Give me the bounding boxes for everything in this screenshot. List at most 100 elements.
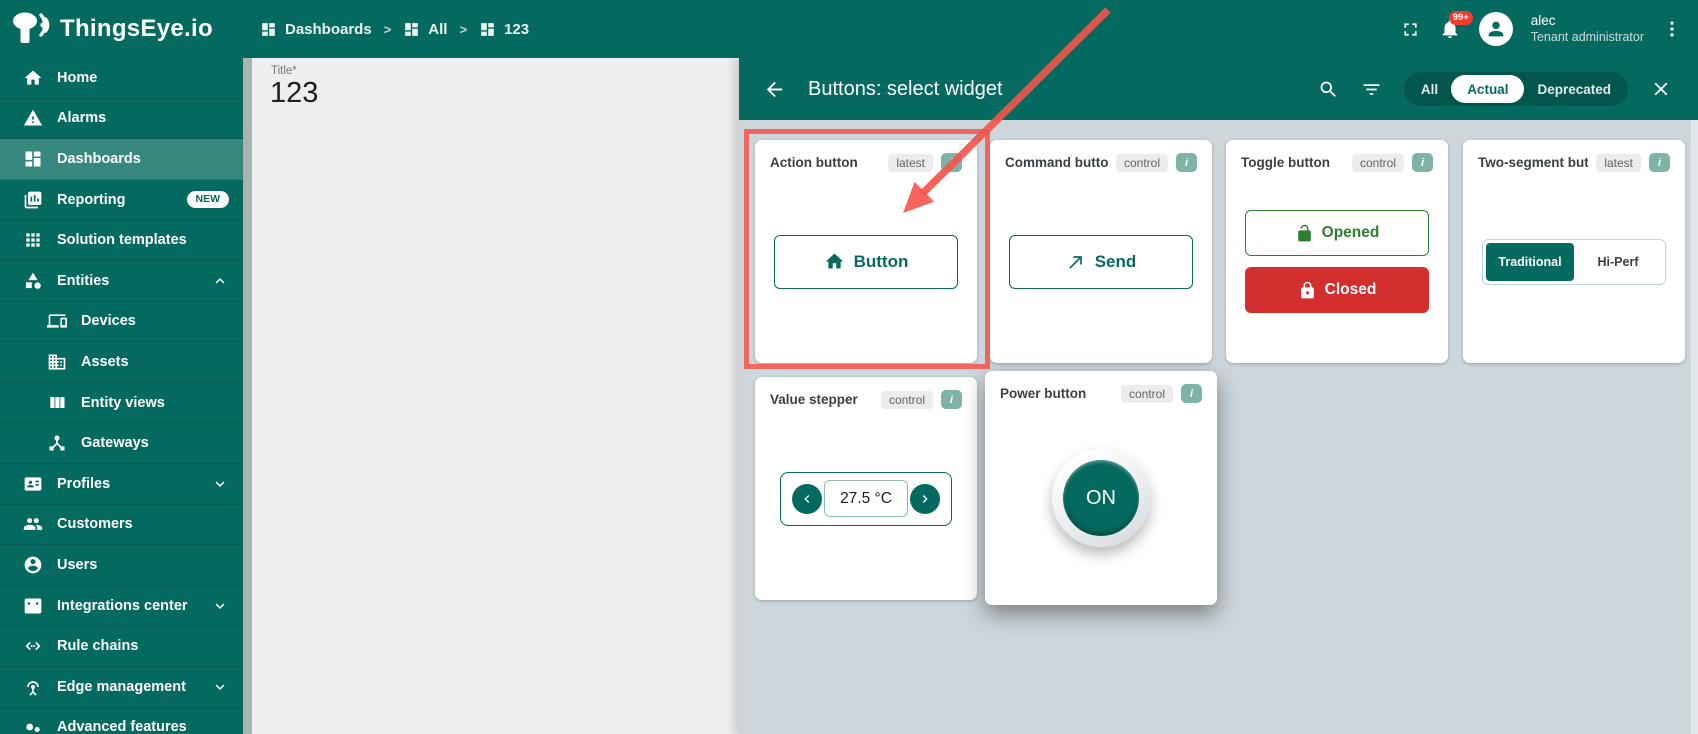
stepper-increase-button[interactable] <box>910 484 940 514</box>
sidebar-item-assets[interactable]: Assets <box>0 342 243 383</box>
breadcrumb-dashboards[interactable]: Dashboards <box>260 21 372 38</box>
search-button[interactable] <box>1318 79 1339 100</box>
breadcrumb-label: Dashboards <box>285 21 372 38</box>
sidebar-item-label: Alarms <box>57 110 106 126</box>
sidebar-item-reporting[interactable]: Reporting NEW <box>0 180 243 221</box>
sidebar-item-gateways[interactable]: Gateways <box>0 423 243 464</box>
command-button-preview[interactable]: Send <box>1009 235 1193 289</box>
sidebar-item-solution-templates[interactable]: Solution templates <box>0 220 243 261</box>
filter-option-all[interactable]: All <box>1408 82 1451 97</box>
breadcrumb-separator: > <box>382 22 394 37</box>
header-menu-button[interactable] <box>1662 19 1682 39</box>
widget-card-value-stepper[interactable]: Value stepper control i 27.5 °C <box>755 377 977 600</box>
rule-chain-icon <box>23 636 43 656</box>
app-logo[interactable]: ThingsEye.io <box>0 11 232 47</box>
power-button-state: ON <box>1063 460 1139 536</box>
fullscreen-icon <box>1400 19 1421 40</box>
stepper-value: 27.5 °C <box>824 480 908 517</box>
avatar[interactable] <box>1479 12 1513 46</box>
entities-icon <box>23 271 43 291</box>
sidebar-item-entities[interactable]: Entities <box>0 261 243 302</box>
account-circle-icon <box>23 555 43 575</box>
sidebar-item-label: Rule chains <box>57 638 138 654</box>
notifications-button[interactable]: 99+ <box>1439 18 1461 40</box>
info-icon[interactable]: i <box>941 153 962 172</box>
widget-card-title: Action button <box>770 155 880 170</box>
breadcrumb-123[interactable]: 123 <box>479 21 529 38</box>
people-icon <box>23 514 43 534</box>
sidebar-item-advanced-features[interactable]: Advanced features <box>0 708 243 734</box>
select-widget-panel: Buttons: select widget All Actual Deprec… <box>739 58 1698 734</box>
filter-button[interactable] <box>1361 79 1382 100</box>
sidebar-item-devices[interactable]: Devices <box>0 302 243 343</box>
power-button-preview[interactable]: ON <box>1052 449 1150 547</box>
info-icon[interactable]: i <box>941 390 962 409</box>
search-icon <box>1318 79 1339 100</box>
widget-card-command-button[interactable]: Command button control i Send <box>990 140 1212 363</box>
widget-tag-badge: latest <box>888 154 933 172</box>
dashboard-icon <box>403 21 420 38</box>
toggle-closed-label: Closed <box>1325 281 1377 299</box>
widget-tag-badge: control <box>1352 154 1404 172</box>
antenna-icon <box>23 677 43 697</box>
sidebar-item-integrations-center[interactable]: Integrations center <box>0 586 243 627</box>
widget-card-title: Toggle button <box>1241 155 1344 170</box>
sidebar-item-profiles[interactable]: Profiles <box>0 464 243 505</box>
new-badge: NEW <box>187 191 230 208</box>
title-field-label: Title* <box>271 65 297 77</box>
sidebar-item-users[interactable]: Users <box>0 545 243 586</box>
logo-icon <box>12 11 54 47</box>
fullscreen-button[interactable] <box>1400 19 1421 40</box>
sidebar-item-alarms[interactable]: Alarms <box>0 99 243 140</box>
stepper-decrease-button[interactable] <box>792 484 822 514</box>
badge-icon <box>23 474 43 494</box>
widget-filter-toggle: All Actual Deprecated <box>1404 72 1628 106</box>
sidebar-scrollbar[interactable] <box>243 58 252 734</box>
value-stepper-control: 27.5 °C <box>780 472 952 526</box>
sidebar-item-label: Edge management <box>57 679 186 695</box>
panel-title: Buttons: select widget <box>808 78 1003 101</box>
title-field-value[interactable]: 123 <box>270 77 318 110</box>
widget-card-action-button[interactable]: Action button latest i Button <box>755 140 977 363</box>
sidebar-item-label: Users <box>57 557 97 573</box>
sidebar-item-label: Advanced features <box>57 719 187 734</box>
chevron-down-icon <box>211 597 229 615</box>
widget-tag-badge: control <box>881 391 933 409</box>
toggle-opened-button[interactable]: Opened <box>1245 210 1429 256</box>
alarm-icon <box>23 108 43 128</box>
widget-card-toggle-button[interactable]: Toggle button control i Opened Closed <box>1226 140 1448 363</box>
widget-card-power-button[interactable]: Power button control i ON <box>985 371 1217 605</box>
info-icon[interactable]: i <box>1649 153 1670 172</box>
sidebar-item-edge-management[interactable]: Edge management <box>0 667 243 708</box>
user-role: Tenant administrator <box>1531 30 1644 46</box>
report-icon <box>23 190 43 210</box>
breadcrumb-all[interactable]: All <box>403 21 447 38</box>
toggle-closed-button[interactable]: Closed <box>1245 267 1429 313</box>
action-button-label: Button <box>854 252 909 272</box>
dashboard-icon <box>23 149 43 169</box>
sidebar-item-label: Devices <box>81 313 136 329</box>
sidebar-item-entity-views[interactable]: Entity views <box>0 383 243 424</box>
view-column-icon <box>47 393 67 413</box>
filter-option-deprecated[interactable]: Deprecated <box>1524 82 1624 97</box>
close-panel-button[interactable] <box>1650 78 1672 100</box>
info-icon[interactable]: i <box>1412 153 1433 172</box>
sidebar-item-home[interactable]: Home <box>0 58 243 99</box>
chevron-down-icon <box>211 475 229 493</box>
segment-traditional[interactable]: Traditional <box>1486 243 1574 281</box>
panel-scrollbar[interactable] <box>1691 120 1698 734</box>
filter-option-actual[interactable]: Actual <box>1451 75 1524 103</box>
segment-hi-perf[interactable]: Hi-Perf <box>1574 243 1662 281</box>
back-button[interactable] <box>763 78 786 101</box>
sidebar-item-dashboards[interactable]: Dashboards <box>0 139 243 180</box>
info-icon[interactable]: i <box>1181 384 1202 403</box>
sidebar-item-rule-chains[interactable]: Rule chains <box>0 626 243 667</box>
chevron-down-icon <box>211 678 229 696</box>
breadcrumb-label: 123 <box>504 21 529 38</box>
integration-icon <box>23 596 43 616</box>
action-button-preview[interactable]: Button <box>774 235 958 289</box>
back-arrow-icon <box>763 78 786 101</box>
widget-card-two-segment-button[interactable]: Two-segment button latest i Traditional … <box>1463 140 1685 363</box>
info-icon[interactable]: i <box>1176 153 1197 172</box>
sidebar-item-customers[interactable]: Customers <box>0 505 243 546</box>
